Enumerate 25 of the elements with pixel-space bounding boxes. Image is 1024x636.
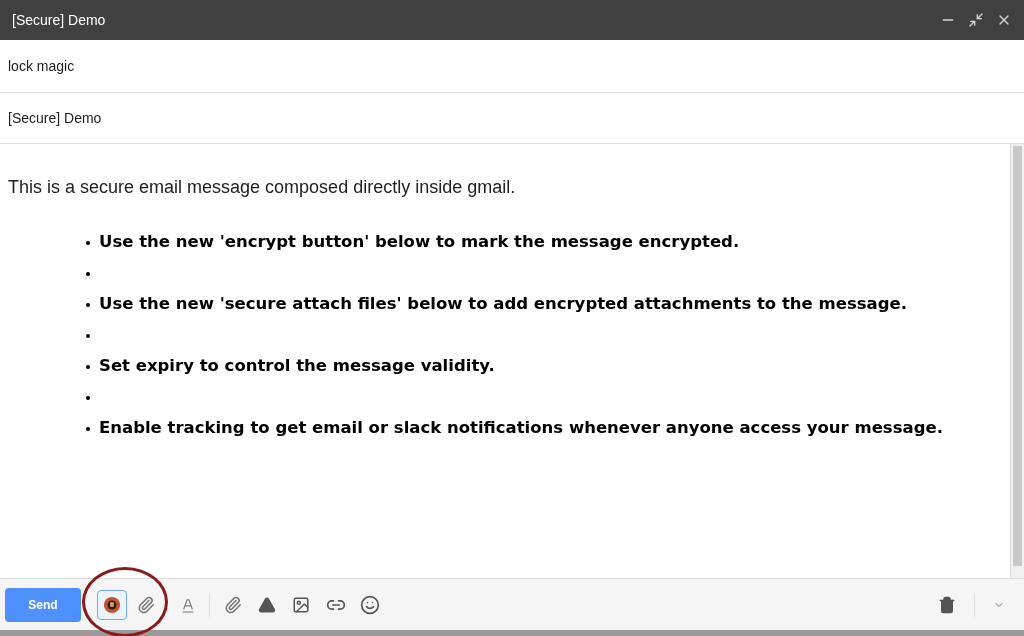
emoji-icon[interactable] [360,594,380,615]
lock-badge-icon [103,595,121,614]
attach-icon[interactable] [224,595,242,614]
pop-in-icon[interactable] [968,12,984,28]
photo-icon[interactable] [292,595,310,614]
bullet-icon [86,240,90,245]
encrypt-button[interactable] [97,589,127,620]
paperclip-icon [137,595,155,614]
to-field[interactable]: lock magic [0,40,1024,93]
bullet-icon [86,302,90,307]
subject-field[interactable]: [Secure] Demo [0,93,1024,144]
bullet-text: Enable tracking to get email or slack notifications whenever anyone access your message. [99,417,943,440]
bullet-icon [86,426,90,431]
window-title: [Secure] Demo [12,10,107,30]
drive-icon[interactable] [258,595,276,614]
bullet-icon [86,271,90,276]
bullet-text: Set expiry to control the message validity. [99,355,495,378]
bullet-text: Use the new 'encrypt button' below to mark the message encrypted. [99,231,740,254]
scrollbar[interactable] [1010,144,1024,578]
bullet-icon [86,364,90,369]
bullet-icon [86,333,90,338]
bullet-text: Use the new 'secure attach files' below to add encrypted attachments to the message. [99,293,907,316]
trash-icon[interactable] [938,595,956,614]
intro-text: This is a secure email message composed directly inside gmail. [8,176,517,199]
bullet-icon [86,395,90,400]
